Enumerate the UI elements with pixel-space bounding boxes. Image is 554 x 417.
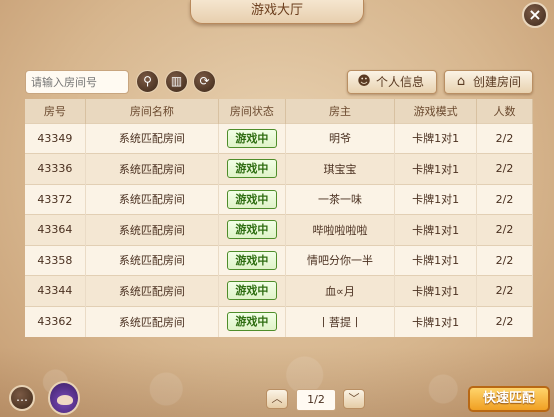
search-button[interactable]: ⚲ — [136, 70, 159, 93]
room-table: 房号 房间名称 房间状态 房主 游戏模式 人数 43349 系统匹配房间 游戏中… — [25, 99, 533, 337]
chevron-down-icon: ﹀ — [348, 392, 360, 405]
header-player-count: 人数 — [476, 99, 533, 123]
room-owner: 血∝月 — [285, 275, 396, 306]
player-count: 2/2 — [476, 305, 533, 337]
game-mode: 卡牌1对1 — [394, 275, 478, 306]
room-name: 系统匹配房间 — [85, 244, 220, 276]
close-button[interactable]: × — [522, 2, 548, 28]
player-count: 2/2 — [476, 183, 533, 215]
room-number: 43349 — [25, 122, 86, 154]
game-mode: 卡牌1对1 — [394, 153, 478, 184]
create-room-button-label: 创建房间 — [473, 75, 522, 89]
room-name: 系统匹配房间 — [85, 153, 220, 184]
chat-bubble-icon: … — [16, 390, 28, 404]
table-row[interactable]: 43362 系统匹配房间 游戏中 丨菩提丨 卡牌1对1 2/2 — [25, 305, 533, 337]
room-name: 系统匹配房间 — [85, 275, 220, 306]
chevron-up-icon: ︿ — [271, 392, 283, 405]
refresh-button[interactable]: ⟳ — [193, 70, 216, 93]
table-row[interactable]: 43372 系统匹配房间 游戏中 一茶一味 卡牌1对1 2/2 — [25, 183, 533, 215]
player-count: 2/2 — [476, 122, 533, 154]
player-count: 2/2 — [476, 214, 533, 245]
stats-button[interactable]: ▥ — [165, 70, 188, 93]
room-name: 系统匹配房间 — [85, 183, 220, 215]
player-count: 2/2 — [476, 275, 533, 306]
profile-button[interactable]: ☻ 个人信息 — [347, 70, 437, 94]
quick-match-button[interactable]: 快速匹配 — [468, 386, 550, 412]
table-row[interactable]: 43344 系统匹配房间 游戏中 血∝月 卡牌1对1 2/2 — [25, 275, 533, 306]
room-owner: 丨菩提丨 — [285, 305, 396, 337]
next-page-button[interactable]: ﹀ — [343, 389, 365, 409]
status-badge: 游戏中 — [226, 281, 277, 301]
header-room-status: 房间状态 — [218, 99, 286, 123]
room-owner: 明爷 — [285, 122, 396, 154]
prev-page-button[interactable]: ︿ — [266, 389, 288, 409]
status-badge: 游戏中 — [226, 128, 277, 148]
room-name: 系统匹配房间 — [85, 122, 220, 154]
profile-button-label: 个人信息 — [376, 75, 425, 89]
room-number: 43336 — [25, 153, 86, 184]
status-badge: 游戏中 — [226, 312, 277, 331]
player-count: 2/2 — [476, 153, 533, 184]
room-name: 系统匹配房间 — [85, 305, 220, 337]
room-number: 43358 — [25, 244, 86, 276]
page-title: 游戏大厅 — [190, 0, 364, 24]
player-count: 2/2 — [476, 244, 533, 276]
table-row[interactable]: 43336 系统匹配房间 游戏中 琪宝宝 卡牌1对1 2/2 — [25, 153, 533, 184]
chat-button[interactable]: … — [9, 385, 35, 411]
header-room-number: 房号 — [25, 99, 86, 123]
page-indicator: 1/2 — [296, 389, 336, 411]
room-number: 43344 — [25, 275, 86, 306]
room-number: 43364 — [25, 214, 86, 245]
table-row[interactable]: 43364 系统匹配房间 游戏中 哔啦啦啦啦 卡牌1对1 2/2 — [25, 214, 533, 245]
room-number: 43362 — [25, 305, 86, 337]
game-mode: 卡牌1对1 — [394, 305, 478, 337]
bar-chart-icon: ▥ — [170, 74, 183, 88]
room-owner: 琪宝宝 — [285, 153, 396, 184]
room-name: 系统匹配房间 — [85, 214, 220, 245]
header-room-name: 房间名称 — [85, 99, 220, 123]
user-icon: ☻ — [357, 74, 371, 89]
game-mode: 卡牌1对1 — [394, 214, 478, 245]
avatar[interactable] — [48, 381, 80, 415]
room-owner: 一茶一味 — [285, 183, 396, 215]
table-header-row: 房号 房间名称 房间状态 房主 游戏模式 人数 — [25, 99, 533, 123]
room-owner: 情吧分你一半 — [285, 244, 396, 276]
status-badge: 游戏中 — [226, 220, 277, 240]
room-number: 43372 — [25, 183, 86, 215]
room-search-input[interactable] — [25, 70, 129, 94]
search-icon: ⚲ — [143, 74, 152, 88]
game-mode: 卡牌1对1 — [394, 183, 478, 215]
status-badge: 游戏中 — [226, 250, 277, 270]
table-row[interactable]: 43349 系统匹配房间 游戏中 明爷 卡牌1对1 2/2 — [25, 122, 533, 154]
game-mode: 卡牌1对1 — [394, 244, 478, 276]
status-badge: 游戏中 — [226, 189, 277, 209]
table-row[interactable]: 43358 系统匹配房间 游戏中 情吧分你一半 卡牌1对1 2/2 — [25, 244, 533, 276]
room-owner: 哔啦啦啦啦 — [285, 214, 396, 245]
status-badge: 游戏中 — [226, 159, 277, 179]
create-room-button[interactable]: ⌂ 创建房间 — [444, 70, 533, 94]
house-icon: ⌂ — [456, 74, 466, 89]
refresh-icon: ⟳ — [199, 74, 210, 88]
game-mode: 卡牌1对1 — [394, 122, 478, 154]
header-game-mode: 游戏模式 — [394, 99, 478, 123]
header-room-owner: 房主 — [285, 99, 396, 123]
